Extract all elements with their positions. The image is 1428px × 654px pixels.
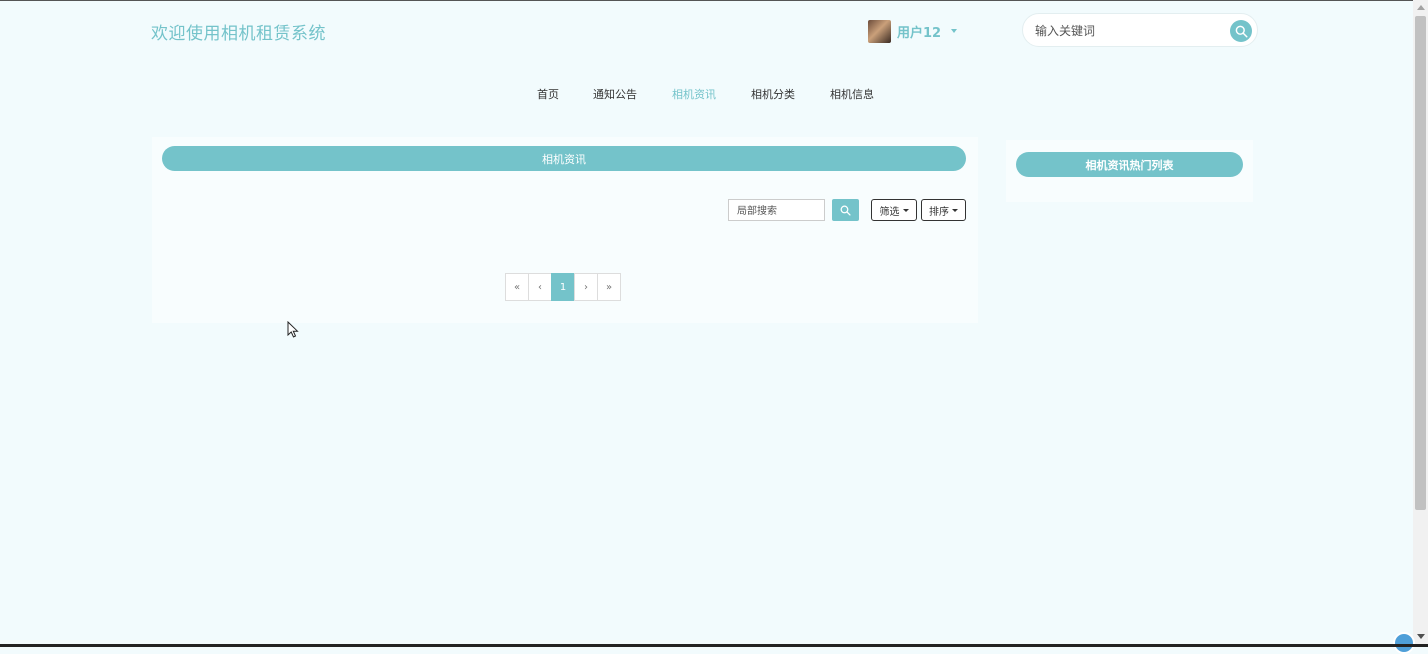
filter-label: 筛选 bbox=[879, 206, 900, 218]
page-last-button[interactable]: » bbox=[597, 273, 621, 301]
scrollbar-thumb[interactable] bbox=[1415, 16, 1426, 510]
top-search-button[interactable] bbox=[1230, 20, 1252, 42]
caret-down-icon bbox=[902, 208, 909, 212]
nav-item-camera-info[interactable]: 相机信息 bbox=[830, 86, 874, 102]
panel-title: 相机资讯 bbox=[162, 146, 966, 171]
local-search-input[interactable] bbox=[735, 203, 823, 219]
page-next-button[interactable]: › bbox=[574, 273, 598, 301]
nav-item-camera-categories[interactable]: 相机分类 bbox=[751, 86, 795, 102]
page-scrollbar[interactable] bbox=[1413, 0, 1428, 644]
assistant-widget-icon[interactable] bbox=[1393, 632, 1415, 654]
page-prev-button[interactable]: ‹ bbox=[528, 273, 552, 301]
mouse-cursor-icon bbox=[287, 321, 299, 338]
avatar[interactable] bbox=[868, 19, 891, 43]
local-search-box bbox=[728, 199, 825, 221]
hot-news-panel: 相机资讯热门列表 bbox=[1006, 140, 1253, 202]
pagination: « ‹ 1 › » bbox=[505, 273, 621, 301]
top-search-input[interactable] bbox=[1033, 21, 1222, 41]
top-search-box bbox=[1022, 13, 1258, 47]
news-panel: 相机资讯 筛选 排序 « ‹ 1 › » bbox=[152, 137, 978, 323]
hot-news-title: 相机资讯热门列表 bbox=[1016, 152, 1243, 177]
window-top-border bbox=[0, 0, 1428, 1]
caret-down-icon bbox=[952, 208, 958, 212]
user-name[interactable]: 用户12 bbox=[897, 22, 941, 41]
page-current[interactable]: 1 bbox=[551, 273, 575, 301]
scroll-up-icon[interactable] bbox=[1417, 5, 1425, 10]
filter-dropdown-button[interactable]: 筛选 bbox=[871, 199, 917, 221]
sort-dropdown-button[interactable]: 排序 bbox=[921, 199, 966, 221]
site-title: 欢迎使用相机租赁系统 bbox=[151, 24, 326, 44]
search-icon bbox=[840, 205, 851, 216]
user-menu[interactable]: 用户12 bbox=[868, 19, 958, 43]
local-search-button[interactable] bbox=[832, 199, 859, 221]
caret-down-icon[interactable] bbox=[951, 29, 958, 33]
page-first-button[interactable]: « bbox=[505, 273, 529, 301]
nav-item-camera-news[interactable]: 相机资讯 bbox=[672, 86, 716, 102]
nav-item-notices[interactable]: 通知公告 bbox=[593, 86, 637, 102]
search-icon bbox=[1235, 25, 1248, 38]
nav-item-home[interactable]: 首页 bbox=[537, 86, 559, 102]
scroll-down-icon[interactable] bbox=[1417, 634, 1425, 639]
sort-label: 排序 bbox=[929, 206, 949, 218]
